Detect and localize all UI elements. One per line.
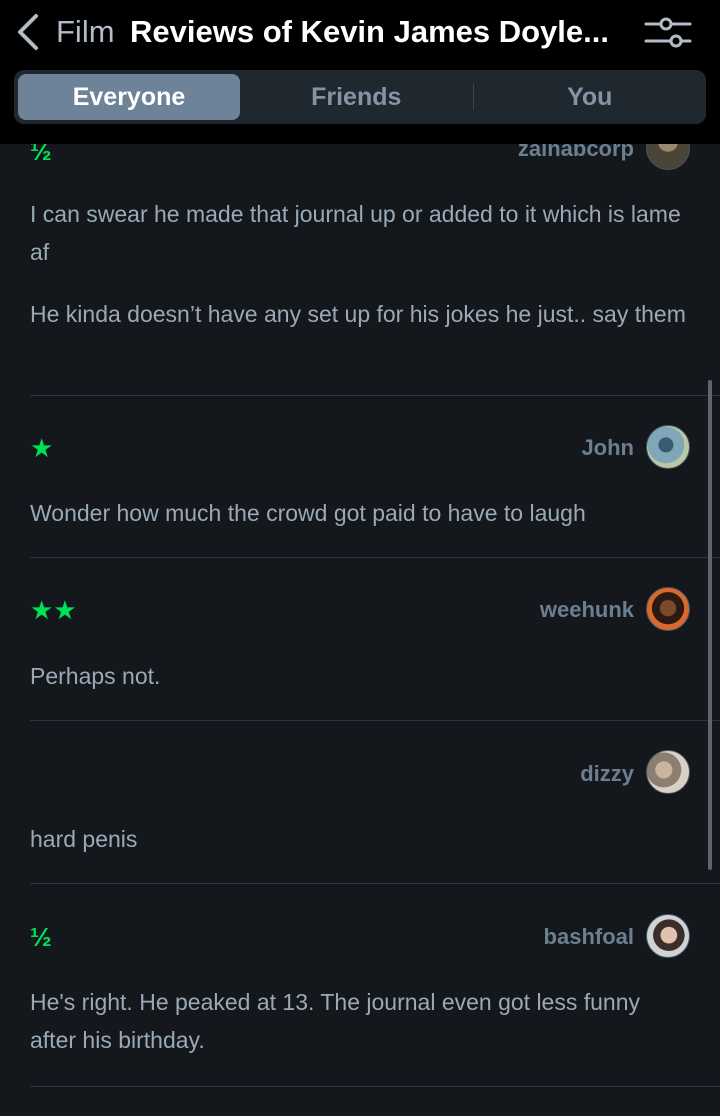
review-text: Wonder how much the crowd got paid to ha…: [30, 500, 586, 526]
tab-you[interactable]: You: [474, 74, 707, 120]
scrollbar[interactable]: [708, 380, 712, 870]
sliders-icon: [644, 17, 692, 48]
review-username[interactable]: bashfoal: [544, 922, 634, 952]
review-rating: ½: [30, 922, 52, 952]
user-avatar[interactable]: [646, 914, 690, 958]
tab-everyone[interactable]: Everyone: [18, 74, 240, 120]
review-text: hard penis: [30, 826, 138, 852]
review-item[interactable]: ★★ weehunk Perhaps not.: [30, 557, 690, 720]
user-avatar[interactable]: [646, 425, 690, 469]
review-username[interactable]: dizzy: [580, 759, 634, 789]
user-avatar[interactable]: [646, 750, 690, 794]
breadcrumb[interactable]: Film: [56, 12, 115, 52]
page-title: Reviews of Kevin James Doyle...: [130, 14, 609, 49]
review-text: Perhaps not.: [30, 663, 161, 689]
review-rating: ★★: [30, 595, 77, 625]
review-divider: [30, 1086, 720, 1087]
review-username[interactable]: John: [581, 433, 634, 463]
chevron-left-icon: [18, 14, 38, 50]
review-username[interactable]: weehunk: [540, 595, 634, 625]
back-button[interactable]: [8, 10, 48, 54]
reviews-list[interactable]: ½ zainabcorp I can swear he made that jo…: [0, 0, 720, 1116]
tab-friends[interactable]: Friends: [240, 74, 473, 120]
reviews-screen: ½ zainabcorp I can swear he made that jo…: [0, 0, 720, 1116]
review-item[interactable]: ½ zainabcorp I can swear he made that jo…: [30, 120, 690, 395]
review-item[interactable]: dizzy hard penis: [30, 720, 690, 883]
review-rating: ★: [30, 433, 54, 463]
top-bar: Film Reviews of Kevin James Doyle... Eve…: [0, 0, 720, 144]
review-text: He's right. He peaked at 13. The journal…: [30, 989, 641, 1053]
review-item[interactable]: ½ bashfoal He's right. He peaked at 13. …: [30, 883, 690, 1086]
audience-segmented-control: Everyone Friends You: [14, 70, 706, 124]
review-item[interactable]: ★ John Wonder how much the crowd got pai…: [30, 395, 690, 557]
user-avatar[interactable]: [646, 587, 690, 631]
review-text: I can swear he made that journal up or a…: [30, 201, 681, 265]
review-text: He kinda doesn’t have any set up for his…: [30, 301, 686, 327]
filter-button[interactable]: [640, 10, 696, 54]
